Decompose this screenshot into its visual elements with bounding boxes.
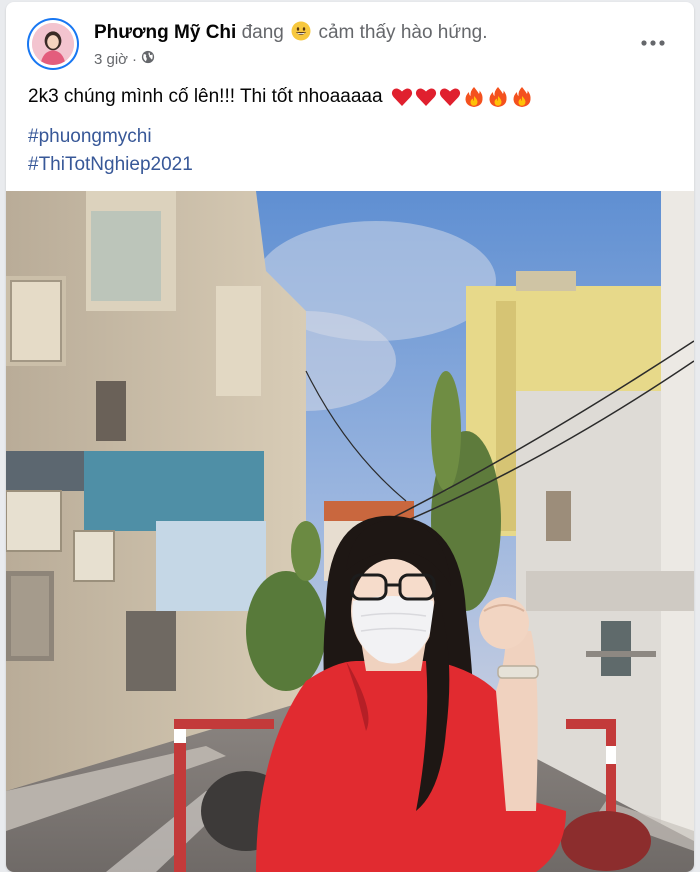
post-body-text: 2k3 chúng mình cố lên!!! Thi tốt nhoaaaa… [28, 86, 383, 107]
post-body: 2k3 chúng mình cố lên!!! Thi tốt nhoaaaa… [28, 86, 533, 108]
post-photo[interactable] [6, 191, 694, 872]
fire-icon [489, 87, 507, 107]
feeling-text: cảm thấy hào hứng. [318, 22, 488, 43]
avatar-photo [32, 23, 74, 65]
post-meta: 3 giờ · [94, 50, 155, 68]
post-timestamp[interactable]: 3 giờ [94, 51, 128, 68]
ellipsis-icon [641, 40, 665, 46]
more-options-button[interactable] [638, 28, 668, 58]
fire-icon [465, 87, 483, 107]
hashtag-link[interactable]: #ThiTotNghiep2021 [28, 151, 193, 179]
red-heart-icon [415, 88, 436, 106]
grinning-face-icon [291, 21, 311, 47]
author-name[interactable]: Phương Mỹ Chi [94, 22, 236, 43]
post-header: Phương Mỹ Chi đang cảm thấy hào hứng. 3 … [6, 2, 694, 82]
meta-separator: · [132, 50, 138, 68]
post-card: Phương Mỹ Chi đang cảm thấy hào hứng. 3 … [6, 2, 694, 872]
hashtag-link[interactable]: #phuongmychi [28, 123, 193, 151]
hashtag-list: #phuongmychi #ThiTotNghiep2021 [28, 123, 193, 179]
post-title-line: Phương Mỹ Chi đang cảm thấy hào hứng. [94, 21, 488, 47]
avatar[interactable] [27, 18, 79, 70]
red-heart-icon [439, 88, 460, 106]
globe-icon[interactable] [141, 50, 155, 68]
feeling-prefix: đang [241, 22, 284, 43]
red-heart-icon [391, 88, 412, 106]
fire-icon [513, 87, 531, 107]
